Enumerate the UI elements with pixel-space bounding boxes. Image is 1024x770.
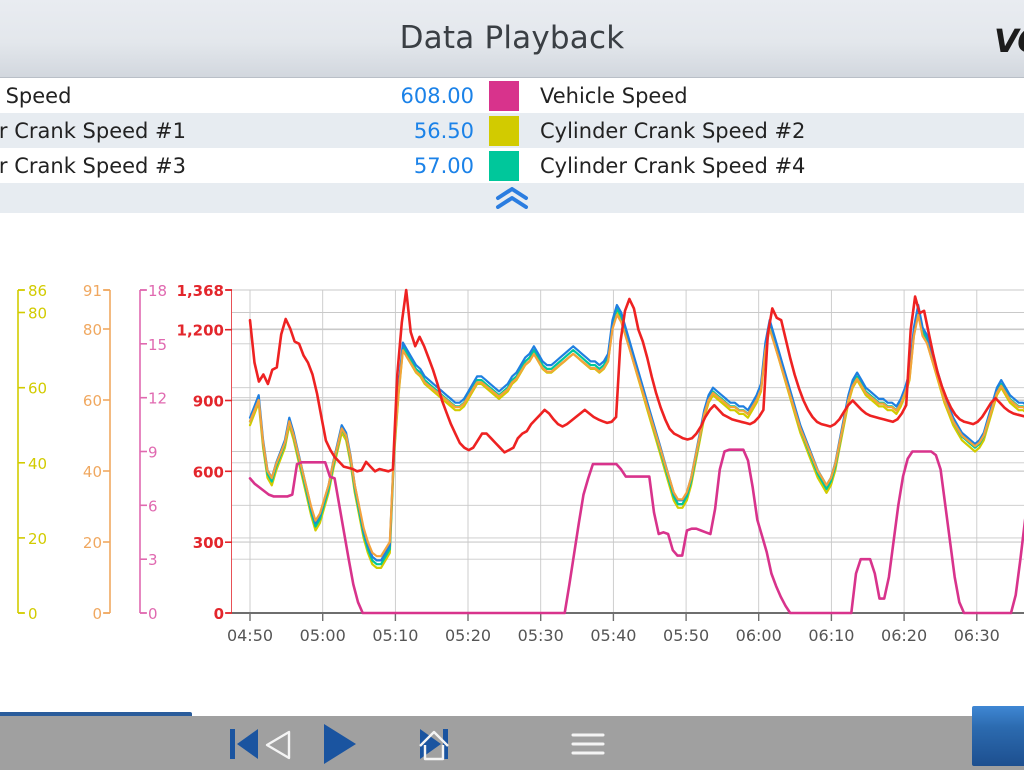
svg-text:06:10: 06:10	[808, 626, 854, 645]
signal-value: 56.50	[374, 119, 474, 143]
svg-text:40: 40	[28, 455, 47, 473]
svg-text:6: 6	[148, 497, 158, 515]
signal-label: er Crank Speed #1	[0, 119, 374, 143]
svg-text:0: 0	[214, 605, 224, 623]
play-button[interactable]	[310, 719, 362, 769]
system-back-button[interactable]	[258, 728, 302, 766]
svg-text:05:00: 05:00	[300, 626, 346, 645]
svg-text:04:50: 04:50	[227, 626, 273, 645]
legend-label: Cylinder Crank Speed #4	[534, 154, 805, 178]
title-bar: Data Playback VO	[0, 0, 1024, 78]
primary-action-button[interactable]	[972, 706, 1024, 766]
svg-text:80: 80	[28, 305, 47, 323]
svg-text:05:10: 05:10	[372, 626, 418, 645]
svg-text:900: 900	[193, 393, 224, 411]
svg-text:05:40: 05:40	[590, 626, 636, 645]
signal-label: e Speed	[0, 84, 374, 108]
svg-text:9: 9	[148, 444, 158, 462]
system-home-button[interactable]	[410, 726, 458, 768]
play-icon	[310, 719, 362, 769]
svg-text:60: 60	[28, 380, 47, 398]
svg-text:06:30: 06:30	[954, 626, 1000, 645]
home-icon	[410, 726, 458, 764]
legend-label: Cylinder Crank Speed #2	[534, 119, 805, 143]
legend-color-swatch	[489, 151, 519, 181]
svg-text:05:50: 05:50	[663, 626, 709, 645]
system-recents-button[interactable]	[566, 729, 610, 763]
svg-text:0: 0	[28, 605, 38, 623]
svg-text:06:20: 06:20	[881, 626, 927, 645]
signal-label: er Crank Speed #3	[0, 154, 374, 178]
back-triangle-icon	[258, 728, 302, 762]
chevron-double-up-icon	[490, 187, 534, 209]
hamburger-icon	[566, 729, 610, 759]
table-row[interactable]: e Speed 608.00 Vehicle Speed	[0, 78, 1024, 113]
data-playback-screen: Data Playback VO e Speed 608.00 Vehicle …	[0, 0, 1024, 770]
multi-axis-line-chart[interactable]: 0 20 40 60 80 86 0 20 40 60 80 91 0 3 6 9 12 15 18 0 300 600 9…	[0, 213, 1024, 700]
svg-text:05:20: 05:20	[445, 626, 491, 645]
svg-text:86: 86	[28, 282, 47, 300]
bottom-bar: 64 / 1264 -	[0, 716, 1024, 770]
svg-text:12: 12	[148, 390, 167, 408]
svg-text:0: 0	[92, 605, 102, 623]
svg-text:05:30: 05:30	[518, 626, 564, 645]
table-row[interactable]: er Crank Speed #3 57.00 Cylinder Crank S…	[0, 148, 1024, 183]
svg-text:3: 3	[148, 551, 158, 569]
chart-area[interactable]: 0 20 40 60 80 86 0 20 40 60 80 91 0 3 6 9 12 15 18 0 300 600 9…	[0, 213, 1024, 700]
table-row[interactable]: er Crank Speed #1 56.50 Cylinder Crank S…	[0, 113, 1024, 148]
svg-text:91: 91	[83, 282, 102, 300]
svg-text:1,368: 1,368	[177, 282, 224, 300]
swatch-cell	[474, 116, 534, 146]
signal-value: 608.00	[374, 84, 474, 108]
readout-table: e Speed 608.00 Vehicle Speed er Crank Sp…	[0, 78, 1024, 183]
svg-text:300: 300	[193, 534, 224, 552]
swatch-cell	[474, 151, 534, 181]
brand-logo: VO	[994, 22, 1024, 60]
svg-text:40: 40	[83, 463, 102, 481]
svg-text:600: 600	[193, 463, 224, 481]
svg-text:15: 15	[148, 336, 167, 354]
legend-color-swatch	[489, 116, 519, 146]
legend-color-swatch	[489, 81, 519, 111]
page-title: Data Playback	[0, 20, 1024, 56]
svg-text:06:00: 06:00	[736, 626, 782, 645]
svg-text:1,200: 1,200	[177, 322, 224, 340]
svg-text:80: 80	[83, 321, 102, 339]
svg-text:60: 60	[83, 392, 102, 410]
svg-text:18: 18	[148, 282, 167, 300]
svg-text:0: 0	[148, 605, 158, 623]
collapse-table-button[interactable]	[0, 183, 1024, 213]
legend-label: Vehicle Speed	[534, 84, 688, 108]
svg-text:20: 20	[28, 530, 47, 548]
svg-text:20: 20	[83, 534, 102, 552]
swatch-cell	[474, 81, 534, 111]
signal-value: 57.00	[374, 154, 474, 178]
